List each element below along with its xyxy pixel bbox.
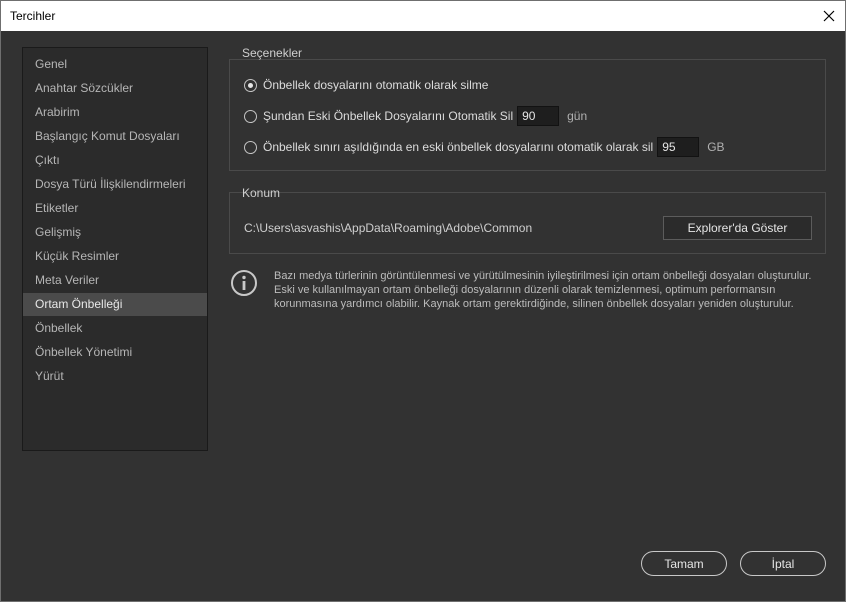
size-limit-input[interactable] <box>657 137 700 157</box>
info-message: Bazı medya türlerinin görüntülenmesi ve … <box>274 270 812 310</box>
sidebar-item-kucuk-resimler[interactable]: Küçük Resimler <box>23 245 207 268</box>
radio-label: Önbellek sınırı aşıldığında en eski önbe… <box>263 140 654 154</box>
cancel-button[interactable]: İptal <box>740 551 826 576</box>
sidebar-item-onbellek[interactable]: Önbellek <box>23 317 207 340</box>
size-unit: GB <box>707 140 725 154</box>
days-input[interactable] <box>517 106 560 126</box>
cache-location-path: C:\Users\asvashis\AppData\Roaming\Adobe\… <box>244 221 533 235</box>
sidebar-item-baslangic-komut-dosyalari[interactable]: Başlangıç Komut Dosyaları <box>23 125 207 148</box>
radio-no-auto-delete[interactable]: Önbellek dosyalarını otomatik olarak sil… <box>244 78 488 92</box>
sidebar-item-cikti[interactable]: Çıktı <box>23 149 207 172</box>
close-button[interactable] <box>813 1 845 31</box>
sidebar-item-yurut[interactable]: Yürüt <box>23 365 207 388</box>
sidebar-item-meta-veriler[interactable]: Meta Veriler <box>23 269 207 292</box>
close-icon <box>823 10 835 22</box>
radio-label: Önbellek dosyalarını otomatik olarak sil… <box>263 78 489 92</box>
options-group-label: Seçenekler <box>242 46 303 60</box>
sidebar-item-gelismis[interactable]: Gelişmiş <box>23 221 207 244</box>
sidebar-item-onbellek-yonetimi[interactable]: Önbellek Yönetimi <box>23 341 207 364</box>
radio-delete-older-than[interactable]: Şundan Eski Önbellek Dosyalarını Otomati… <box>244 106 587 126</box>
sidebar: Genel Anahtar Sözcükler Arabirim Başlang… <box>22 47 208 451</box>
radio-delete-oldest-on-limit[interactable]: Önbellek sınırı aşıldığında en eski önbe… <box>244 137 725 157</box>
preferences-window: Tercihler Genel Anahtar Sözcükler Arabir… <box>0 0 846 602</box>
radio-label: Şundan Eski Önbellek Dosyalarını Otomati… <box>263 109 514 123</box>
radio-button[interactable] <box>244 109 257 123</box>
title-bar: Tercihler <box>1 1 845 31</box>
sidebar-item-dosya-turu[interactable]: Dosya Türü İlişkilendirmeleri <box>23 173 207 196</box>
radio-button[interactable] <box>244 78 257 92</box>
show-in-explorer-button[interactable]: Explorer'da Göster <box>663 216 812 240</box>
sidebar-item-arabirim[interactable]: Arabirim <box>23 101 207 124</box>
radio-button[interactable] <box>244 140 257 154</box>
sidebar-item-anahtar-sozcukler[interactable]: Anahtar Sözcükler <box>23 77 207 100</box>
info-icon <box>231 270 257 296</box>
days-unit: gün <box>567 109 588 123</box>
sidebar-item-etiketler[interactable]: Etiketler <box>23 197 207 220</box>
ok-button[interactable]: Tamam <box>641 551 727 576</box>
sidebar-item-genel[interactable]: Genel <box>23 53 207 76</box>
window-title: Tercihler <box>10 9 56 23</box>
sidebar-item-ortam-onbellegi[interactable]: Ortam Önbelleği <box>23 293 207 316</box>
location-group-label: Konum <box>242 186 281 200</box>
